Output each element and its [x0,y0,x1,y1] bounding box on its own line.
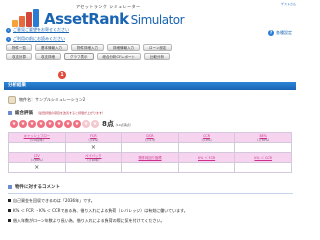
bullet-square-icon [8,111,12,115]
rating-star-icon: ★ [82,120,90,128]
result-k-ccr [234,162,292,173]
settings-link[interactable]: ? 各種設定 [268,30,292,36]
bullet-square-icon [8,185,12,189]
tab-cf-report[interactable]: 総合分析CFレポート [96,53,141,60]
comment-item: K% ＜ FCR ・K% ＜ CCRである為、借り入れによる負荷（レバレッジ）は… [8,208,293,214]
help-icon: ? [268,30,274,36]
rating-star-icon: ★ [37,120,45,128]
tab-comparison[interactable]: 比較分析 [143,53,170,60]
nav-tabs: 物件一覧 基本情報入力 物件詳細入力 詳細情報入力 ローン設定 収支計算 収支詳… [6,44,236,62]
info-links: i ご意見ご要望をお寄せください i ご利用の前にお読みください [6,27,69,45]
section-title: 分析結果 [4,82,296,90]
rating-title: 総合評価 [15,111,33,116]
divider [8,193,293,194]
tab-graph[interactable]: グラフ表示 [64,53,94,60]
rating-note: （最低評価の項目を改善すると評価が上がります） [36,111,106,115]
rating-star-icon: ★ [19,120,27,128]
result-dcr [121,142,179,153]
overall-rating: 総合評価 （最低評価の項目を改善すると評価が上がります） ★ ★ ★ ★ ★ ★ ★ ★ ★ ★ 8… [8,110,293,129]
rating-star-icon: ★ [55,120,63,128]
read-first-link[interactable]: i ご利用の前にお読みください [6,36,69,42]
tab-income-detail[interactable]: 収支詳細 [35,53,61,60]
metric-yield-index[interactable]: 物件利回り指標 [121,152,179,163]
metric-dcr[interactable]: DCR （＞1.3） [121,132,179,143]
rating-stars: ★ ★ ★ ★ ★ ★ ★ ★ ★ ★ 8点（10点満点） [10,119,293,129]
tab-basic-info[interactable]: 基本情報入力 [35,44,68,51]
result-payback [64,162,123,173]
feedback-link[interactable]: i ご意見ご要望をお寄せください [6,27,69,33]
tab-income-calc[interactable]: 収支計算 [6,53,32,60]
rating-star-icon: ★ [10,120,18,128]
info-icon: i [6,36,11,42]
tab-detail-info[interactable]: 詳細情報入力 [107,44,140,51]
info-icon: i [6,27,11,33]
user-label: ゲストさん [280,2,296,6]
result-yield-index [121,162,179,173]
metric-k-fcr[interactable]: K% ＜ FCR [177,152,236,163]
metric-payback[interactable]: ペイバック （＜10年） [64,152,123,163]
metric-be[interactable]: BE% （＜70%） [234,132,292,143]
rating-star-icon: ★ [73,120,81,128]
result-be [234,142,292,153]
result-ccr [177,142,236,153]
logo-brand: AssetRank Simulator [44,10,185,28]
comment-item: 自己資金を回収できるのは「2036年」です。 [8,198,293,204]
house-icon [8,96,16,104]
logo-bars-icon [12,9,42,27]
step-marker: 1 [58,71,66,79]
rating-star-icon: ★ [64,120,72,128]
property-name: 物件名：サンプルシミュレーション2 [8,96,85,104]
result-fcr: × [64,142,123,153]
metric-cashflow[interactable]: キャッシュフロー （＞0円/年） [8,132,66,143]
comment-item: 借入年数がローン年数より長い為、借り入れによる負荷の際に気を付けてください。 [8,218,293,224]
rating-star-icon: ★ [46,120,54,128]
property-comments: 物件に対するコメント 自己資金を回収できるのは「2036年」です。 K% ＜ F… [8,184,293,228]
metric-fcr[interactable]: FCR （＞k%） [64,132,123,143]
rating-score: 8点（10点満点） [102,120,133,128]
rating-star-icon: ★ [28,120,36,128]
rating-star-icon: ★ [91,120,99,128]
evaluation-table: キャッシュフロー （＞0円/年） FCR （＞k%） DCR （＞1.3） CCR （＞… [8,132,292,173]
metric-ltv[interactable]: LTV （＜80%） [8,152,66,163]
metric-k-ccr[interactable]: K% ＜ CCR [234,152,292,163]
metric-ccr[interactable]: CCR （＞0%） [177,132,236,143]
result-k-fcr [177,162,236,173]
tab-property-list[interactable]: 物件一覧 [6,44,32,51]
tab-loan-settings[interactable]: ローン設定 [143,44,173,51]
comment-title: 物件に対するコメント [15,185,60,190]
result-ltv: × [8,162,66,173]
result-cashflow [8,142,66,153]
tab-property-detail[interactable]: 物件詳細入力 [71,44,104,51]
